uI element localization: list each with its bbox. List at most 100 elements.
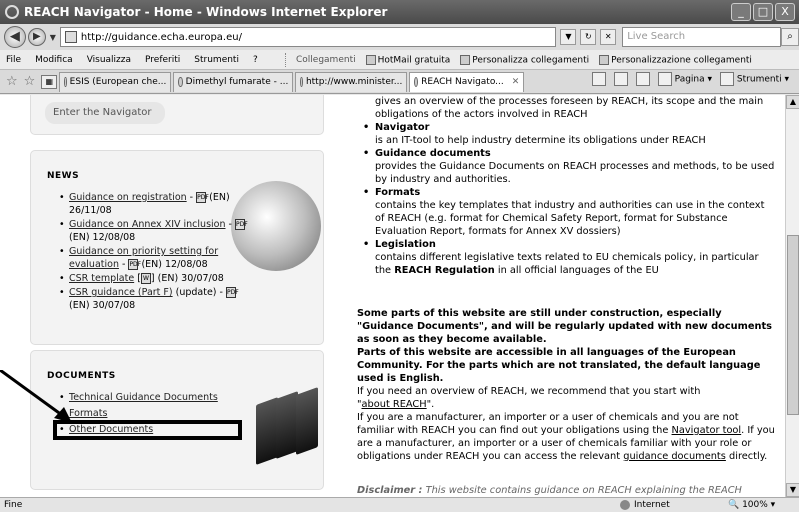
zoom-control[interactable]: 🔍 100% ▾ [728,500,775,510]
zone-label: Internet [634,500,670,510]
address-bar-row: ◀ ▶ ▼ http://guidance.echa.europa.eu/ ▼ … [0,24,799,50]
link-personalizzazione[interactable]: Personalizzazione collegamenti [599,54,752,66]
scroll-down-icon[interactable]: ▼ [786,483,799,497]
feeds-icon[interactable] [613,72,628,86]
forward-button[interactable]: ▶ [27,28,46,46]
section-item: Guidance documents provides the Guidance … [357,147,775,186]
news-sep: (update) - [172,287,226,298]
title-bar: REACH Navigator - Home - Windows Interne… [0,0,799,24]
doc-item: Formats [59,407,259,420]
back-button[interactable]: ◀ [4,26,26,48]
news-date: (EN) 12/08/08 [141,259,208,270]
link-icon [365,54,376,65]
about-reach-link[interactable]: about REACH [362,399,427,410]
globe-icon [620,500,630,510]
news-item: Guidance on registration - PDF (EN) 26/1… [59,191,259,217]
add-favorites-icon[interactable]: ☆ [24,74,36,89]
tab-dimethyl[interactable]: Dimethyl fumarate - ... [173,71,294,92]
tab-reach-navigator[interactable]: REACH Navigato... ✕ [409,71,525,92]
minimize-button[interactable]: _ [731,3,751,21]
manufacturer-paragraph: If you are a manufacturer, an importer o… [357,411,777,463]
close-button[interactable]: X [775,3,795,21]
notice-languages: Parts of this website are accessible in … [357,347,761,384]
menu-visualizza[interactable]: Visualizza [87,55,131,65]
tab-label: ESIS (European che... [69,77,167,87]
vertical-scrollbar[interactable]: ▲ ▼ [785,95,799,497]
doc-item: Technical Guidance Documents [59,391,259,404]
zoom-level: 100% [742,500,768,510]
news-item: CSR guidance (Part F) (update) - PDF (EN… [59,286,259,312]
news-list: Guidance on registration - PDF (EN) 26/1… [59,191,259,313]
news-item: CSR template [W] (EN) 30/07/08 [59,272,259,285]
section-desc: is an IT-tool to help industry determine… [375,135,706,146]
guidance-documents-link[interactable]: guidance documents [623,451,726,462]
search-icon[interactable]: ⌕ [781,28,799,46]
menu-strumenti[interactable]: Strumenti [194,55,239,65]
history-dropdown-icon[interactable]: ▼ [50,33,56,42]
news-sep: - [186,192,197,203]
page-menu-icon [657,72,672,86]
link-hotmail[interactable]: HotMail gratuita [365,54,450,65]
link-personalizza[interactable]: Personalizza collegamenti [460,54,589,65]
menu-preferiti[interactable]: Preferiti [145,55,180,65]
news-link[interactable]: CSR template [69,273,134,284]
para-text: directly. [729,451,768,462]
news-date: ] (EN) 30/07/08 [150,273,224,284]
tab-esis[interactable]: ESIS (European che... [59,71,172,92]
news-sep: - [118,259,129,270]
security-zone: Internet [620,500,670,510]
pdf-icon[interactable]: PDF [225,287,239,298]
quick-tabs-icon[interactable]: ▦ [41,74,58,89]
news-date: (EN) 12/08/08 [69,232,136,243]
favorites-star-icon[interactable]: ☆ [6,74,18,89]
pdf-icon[interactable]: PDF [128,259,141,270]
news-link[interactable]: CSR guidance (Part F) [69,287,173,298]
section-desc-end: in all official languages of the EU [497,265,659,276]
tab-minister[interactable]: http://www.minister... [295,71,408,92]
menu-modifica[interactable]: Modifica [35,55,73,65]
navigator-tool-link[interactable]: Navigator tool [672,425,742,436]
scroll-up-icon[interactable]: ▲ [786,95,799,109]
section-desc: provides the Guidance Documents on REACH… [375,161,775,185]
close-tab-icon[interactable]: ✕ [512,77,520,87]
menu-file[interactable]: File [6,55,21,65]
links-label: Collegamenti [296,55,356,65]
section-title: Legislation [375,239,436,250]
tab-label: REACH Navigato... [421,77,504,87]
menu-help[interactable]: ? [253,55,258,65]
section-title: Navigator [375,122,430,133]
enter-navigator-button[interactable]: Enter the Navigator [45,102,165,124]
section-list: Navigator is an IT-tool to help industry … [357,121,775,277]
link-personalizzazione-label: Personalizzazione collegamenti [611,55,752,66]
pdf-icon[interactable]: PDF [196,192,209,203]
maximize-button[interactable]: □ [753,3,773,21]
tab-label: http://www.minister... [305,77,403,87]
news-link[interactable]: Guidance on registration [69,192,187,203]
news-sep: - [225,219,235,230]
navigator-box: Enter the Navigator [30,95,324,135]
tools-menu[interactable]: Strumenti ▾ [720,72,789,86]
home-icon[interactable] [591,72,606,86]
doc-link-technical-guidance[interactable]: Technical Guidance Documents [69,392,218,403]
search-input[interactable]: Live Search [622,27,782,47]
status-bar: Fine Internet 🔍 100% ▾ [0,497,799,512]
news-date: (EN) 30/07/08 [69,300,136,311]
refresh-icon[interactable]: ↻ [580,29,597,45]
overview-paragraph: If you need an overview of REACH, we rec… [357,386,701,410]
address-dropdown-icon[interactable]: ▼ [560,29,577,45]
address-input[interactable]: http://guidance.echa.europa.eu/ [59,27,557,47]
divider [285,53,286,67]
print-icon[interactable] [635,72,650,86]
tools-menu-label: Strumenti [736,74,782,85]
stop-icon[interactable]: ✕ [600,29,617,45]
page-menu[interactable]: Pagina ▾ [657,72,712,86]
section-desc: contains the key templates that industry… [375,200,765,237]
word-icon[interactable]: W [140,273,151,284]
browser-window: REACH Navigator - Home - Windows Interne… [0,0,799,512]
scroll-thumb[interactable] [787,235,799,415]
news-link[interactable]: Guidance on Annex XIV inclusion [69,219,226,230]
pdf-icon[interactable]: PDF [234,219,248,230]
intro-text: gives an overview of the processes fores… [375,96,764,120]
disclaimer-text: This website contains guidance on REACH … [425,485,742,496]
section-title: Formats [375,187,421,198]
